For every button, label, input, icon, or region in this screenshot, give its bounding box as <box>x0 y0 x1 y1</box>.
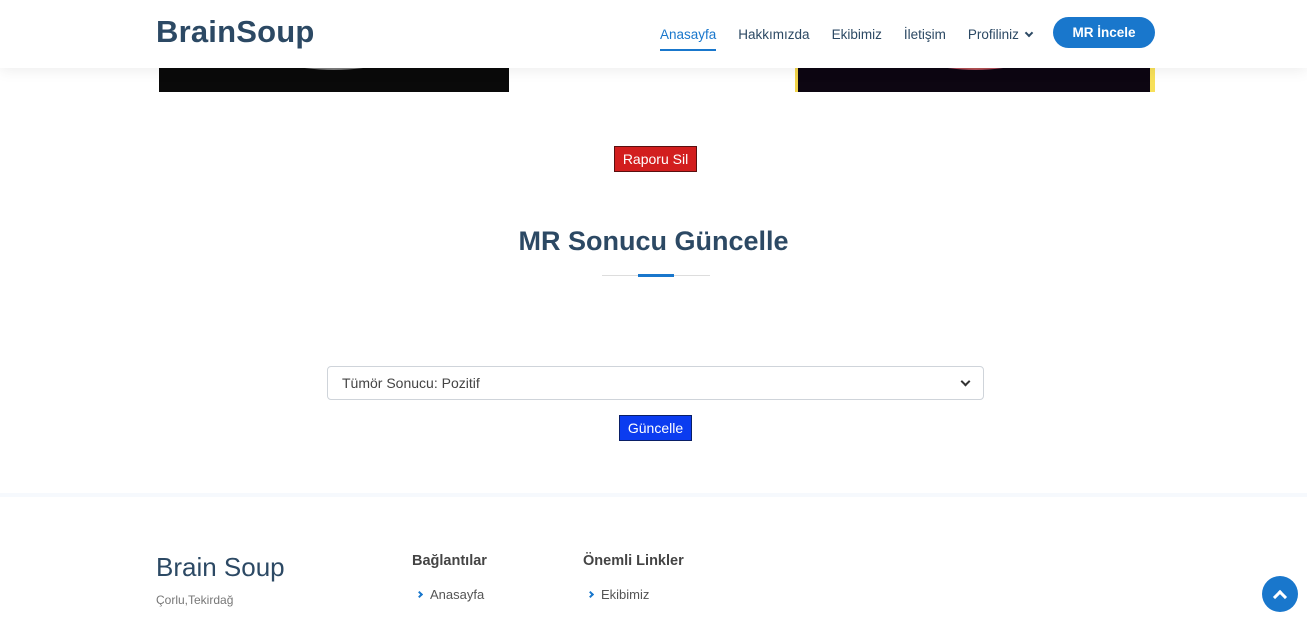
footer-important-links-title: Önemli Linkler <box>583 553 684 569</box>
back-to-top-button[interactable] <box>1262 576 1298 612</box>
chevron-down-icon <box>960 376 971 386</box>
delete-report-button[interactable]: Raporu Sil <box>614 146 697 172</box>
nav-item-ekibimiz[interactable]: Ekibimiz <box>832 21 882 48</box>
chevron-right-icon <box>586 590 595 599</box>
select-value: Tümör Sonucu: Pozitif <box>342 375 480 391</box>
mr-incele-button[interactable]: MR İncele <box>1053 17 1155 48</box>
nav-item-profiliniz[interactable]: Profiliniz <box>967 21 1034 48</box>
footer-link-label: Ekibimiz <box>601 587 650 602</box>
footer-link-anasayfa[interactable]: Anasayfa <box>415 587 485 602</box>
update-button[interactable]: Güncelle <box>619 415 692 441</box>
site-header: BrainSoup Anasayfa Hakkımızda Ekibimiz İ… <box>0 0 1307 68</box>
footer-links-title: Bağlantılar <box>412 553 487 569</box>
nav-item-profiliniz-label: Profiliniz <box>967 26 1019 42</box>
site-logo[interactable]: BrainSoup <box>156 14 315 50</box>
arrow-up-icon <box>1272 589 1288 604</box>
nav-item-hakkimizda[interactable]: Hakkımızda <box>738 21 809 48</box>
chevron-down-icon <box>1024 28 1034 37</box>
main-nav: Anasayfa Hakkımızda Ekibimiz İletişim Pr… <box>660 0 1054 68</box>
footer-link-ekibimiz[interactable]: Ekibimiz <box>586 587 650 602</box>
chevron-right-icon <box>415 590 424 599</box>
site-footer: Brain Soup Çorlu,Tekirdağ Bağlantılar An… <box>0 493 1307 619</box>
title-divider-accent <box>638 274 674 277</box>
footer-link-label: Anasayfa <box>430 587 485 602</box>
tumor-result-select[interactable]: Tümör Sonucu: Pozitif <box>327 366 984 400</box>
page-title: MR Sonucu Güncelle <box>518 226 789 256</box>
nav-item-anasayfa[interactable]: Anasayfa <box>660 21 717 51</box>
nav-item-iletisim[interactable]: İletişim <box>904 21 946 48</box>
footer-location: Çorlu,Tekirdağ <box>156 593 234 607</box>
footer-brand: Brain Soup <box>156 552 285 582</box>
